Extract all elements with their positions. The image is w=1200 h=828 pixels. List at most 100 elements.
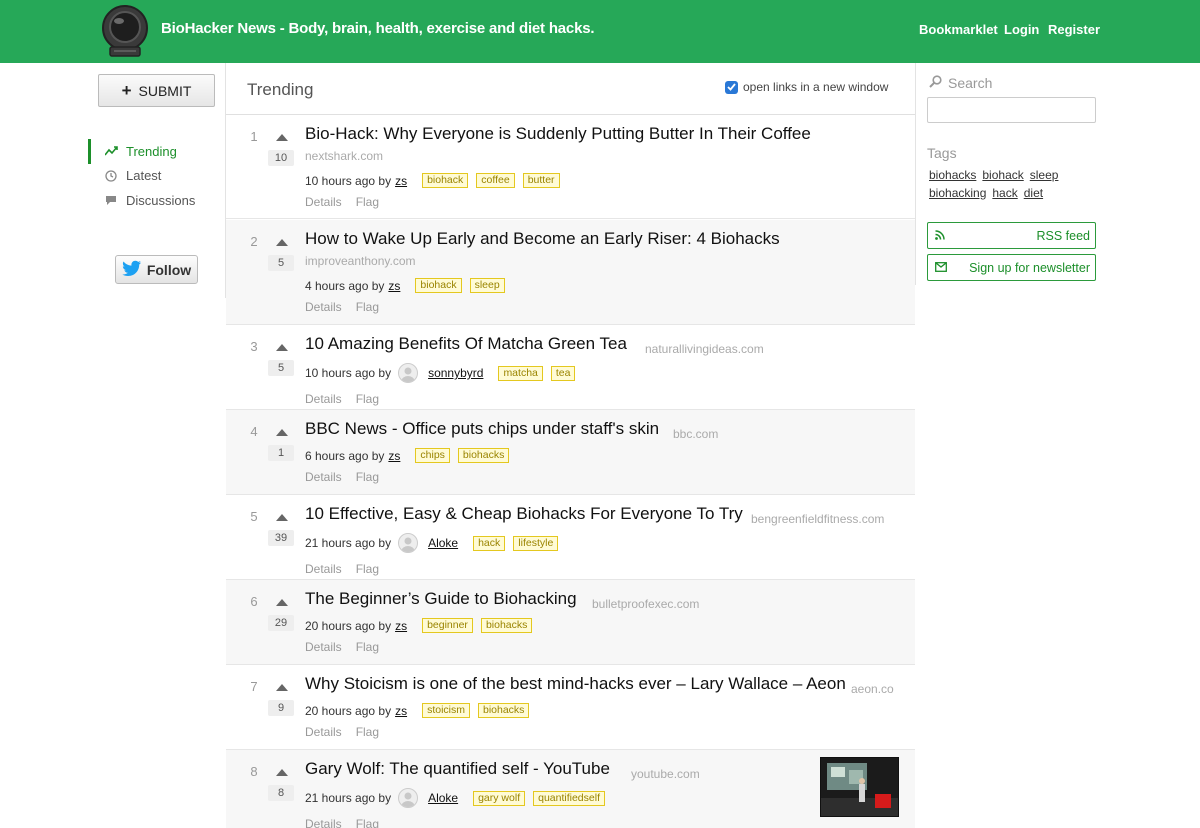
story-domain[interactable]: bbc.com [673,427,718,441]
flag-link[interactable]: Flag [356,562,379,576]
upvote-arrow-icon[interactable] [276,134,288,141]
tag[interactable]: butter [522,173,560,188]
upvote-arrow-icon[interactable] [276,514,288,521]
story-rank: 5 [250,509,258,524]
story-user[interactable]: zs [388,279,400,293]
upvote-arrow-icon[interactable] [276,429,288,436]
story-tags: matcha tea [498,365,576,381]
flag-link[interactable]: Flag [356,195,379,209]
login-link[interactable]: Login [1004,22,1039,37]
tag[interactable]: biohacks [457,448,510,463]
upvote-arrow-icon[interactable] [276,599,288,606]
story-domain[interactable]: bengreenfieldfitness.com [751,512,884,526]
story-domain[interactable]: youtube.com [631,767,700,781]
tag-cloud-item[interactable]: hack [992,186,1017,200]
story-domain[interactable]: improveanthony.com [305,254,416,268]
story-title[interactable]: 10 Amazing Benefits Of Matcha Green Tea [305,334,627,354]
flag-link[interactable]: Flag [356,640,379,654]
story-user[interactable]: zs [395,174,407,188]
tag[interactable]: chips [415,448,450,463]
details-link[interactable]: Details [305,725,342,739]
tag[interactable]: quantifiedself [533,790,605,806]
new-window-checkbox[interactable] [725,80,738,94]
tag[interactable]: lifestyle [513,535,559,551]
tag[interactable]: tea [550,365,576,381]
nav-item-latest[interactable]: Latest [88,164,195,189]
details-link[interactable]: Details [305,392,342,406]
story-user[interactable]: zs [388,449,400,463]
tag[interactable]: biohack [415,278,462,293]
details-link[interactable]: Details [305,562,342,576]
story-title[interactable]: Bio-Hack: Why Everyone is Suddenly Putti… [305,124,811,144]
tag-cloud-item[interactable]: biohack [982,168,1023,182]
nav-item-discussions[interactable]: Discussions [88,188,195,213]
flag-link[interactable]: Flag [356,392,379,406]
story-user[interactable]: zs [395,704,407,718]
story-actions: Details Flag [305,470,379,484]
new-window-toggle[interactable]: open links in a new window [725,80,888,94]
flag-link[interactable]: Flag [356,817,379,828]
story-meta: 21 hours ago by Aloke gary wolf quantifi… [305,788,605,808]
details-link[interactable]: Details [305,195,342,209]
register-link[interactable]: Register [1048,22,1100,37]
story-title[interactable]: BBC News - Office puts chips under staff… [305,419,659,439]
nav-item-trending[interactable]: Trending [88,139,195,164]
story-title[interactable]: How to Wake Up Early and Become an Early… [305,229,780,249]
story-user[interactable]: Aloke [428,791,458,805]
tag[interactable]: hack [473,535,506,551]
story-user[interactable]: sonnybyrd [428,366,483,380]
tag-cloud-item[interactable]: diet [1024,186,1043,200]
upvote-arrow-icon[interactable] [276,684,288,691]
search-input[interactable] [927,97,1096,123]
story-domain[interactable]: aeon.co [851,682,894,696]
flag-link[interactable]: Flag [356,300,379,314]
story-user[interactable]: Aloke [428,536,458,550]
details-link[interactable]: Details [305,470,342,484]
story-user[interactable]: zs [395,619,407,633]
story-domain[interactable]: naturallivingideas.com [645,342,764,356]
upvote-arrow-icon[interactable] [276,239,288,246]
story-time: 4 hours ago by [305,278,385,293]
tag[interactable]: stoicism [422,703,470,718]
story-title[interactable]: 10 Effective, Easy & Cheap Biohacks For … [305,504,743,524]
story-actions: Details Flag [305,562,379,576]
story-domain[interactable]: bulletproofexec.com [592,597,699,611]
story-score: 5 [268,360,294,376]
bookmarklet-link[interactable]: Bookmarklet [919,22,998,37]
tag-cloud-item[interactable]: sleep [1030,168,1059,182]
tag[interactable]: beginner [422,618,473,633]
tags-heading: Tags [927,145,957,161]
submit-button[interactable]: + SUBMIT [98,74,215,107]
tag-cloud-item[interactable]: biohacks [929,168,976,182]
tag[interactable]: biohacks [480,618,533,633]
story-tags: gary wolf quantifiedself [473,790,605,806]
astronaut-helmet-logo[interactable] [97,4,153,58]
rss-feed-button[interactable]: RSS feed [927,222,1096,249]
upvote-arrow-icon[interactable] [276,344,288,351]
story-score: 8 [268,785,294,801]
story-title[interactable]: The Beginner’s Guide to Biohacking [305,589,577,609]
flag-link[interactable]: Flag [356,725,379,739]
tag[interactable]: sleep [469,278,505,293]
story-title[interactable]: Why Stoicism is one of the best mind-hac… [305,674,846,694]
details-link[interactable]: Details [305,640,342,654]
tag[interactable]: matcha [498,365,543,381]
flag-link[interactable]: Flag [356,470,379,484]
tag[interactable]: gary wolf [473,790,526,806]
newsletter-button[interactable]: Sign up for newsletter [927,254,1096,281]
details-link[interactable]: Details [305,817,342,828]
tag[interactable]: coffee [476,173,515,188]
twitter-follow-button[interactable]: Follow [115,255,198,284]
tag[interactable]: biohack [422,173,469,188]
twitter-bird-icon [122,260,142,279]
tag-cloud-item[interactable]: biohacking [929,186,986,200]
details-link[interactable]: Details [305,300,342,314]
story-domain[interactable]: nextshark.com [305,149,383,163]
video-thumbnail[interactable] [820,757,899,817]
story-title[interactable]: Gary Wolf: The quantified self - YouTube [305,759,610,779]
tag[interactable]: biohacks [477,703,530,718]
site-title[interactable]: BioHacker News - Body, brain, health, ex… [161,20,595,37]
story-actions: Details Flag [305,725,379,739]
story-row: 3 5 10 Amazing Benefits Of Matcha Green … [226,325,915,410]
upvote-arrow-icon[interactable] [276,769,288,776]
